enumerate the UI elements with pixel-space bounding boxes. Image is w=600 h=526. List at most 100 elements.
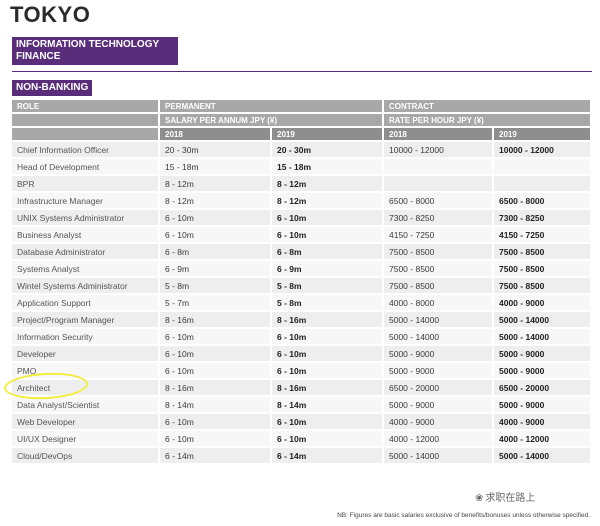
contract-2019-cell: 5000 - 9000 [494,346,590,361]
contract-2018-cell: 5000 - 14000 [384,448,492,463]
contract-2018-cell: 5000 - 14000 [384,312,492,327]
perm-2018-cell: 8 - 16m [160,380,270,395]
blank-header [12,114,158,126]
contract-2019-cell: 7500 - 8500 [494,244,590,259]
contract-2018-cell: 7500 - 8500 [384,278,492,293]
perm-2018-cell: 20 - 30m [160,142,270,157]
perm-2019-cell: 20 - 30m [272,142,382,157]
contract-2018-cell: 5000 - 9000 [384,363,492,378]
perm-2018-cell: 6 - 8m [160,244,270,259]
perm-2018-cell: 6 - 14m [160,448,270,463]
contract-2018-cell: 10000 - 12000 [384,142,492,157]
perm-2018-cell: 8 - 12m [160,176,270,191]
permanent-subheader: SALARY PER ANNUM JPY (¥) [160,114,382,126]
table-row: Chief Information Officer 20 - 30m 20 - 30… [12,142,590,157]
contract-2019-cell: 7300 - 8250 [494,210,590,225]
contract-2019-cell: 10000 - 12000 [494,142,590,157]
contract-2019-cell [494,176,590,191]
role-cell: Infrastructure Manager [12,193,158,208]
role-cell: BPR [12,176,158,191]
perm-2018-cell: 5 - 8m [160,278,270,293]
role-cell: Project/Program Manager [12,312,158,327]
page-title: TOKYO [10,2,91,27]
role-cell: Cloud/DevOps [12,448,158,463]
year-header: 2019 [494,128,590,140]
perm-2018-cell: 6 - 10m [160,329,270,344]
salary-table: ROLE PERMANENT CONTRACT SALARY PER ANNUM… [10,98,592,465]
header-row-years: 2018 2019 2018 2019 [12,128,590,140]
table-row: UNIX Systems Administrator 6 - 10m 6 - 10m… [12,210,590,225]
perm-2018-cell: 8 - 14m [160,397,270,412]
contract-2019-cell: 6500 - 20000 [494,380,590,395]
perm-2018-cell: 8 - 12m [160,193,270,208]
header-row-sub: SALARY PER ANNUM JPY (¥) RATE PER HOUR J… [12,114,590,126]
contract-2019-cell: 7500 - 8500 [494,278,590,293]
year-header: 2018 [160,128,270,140]
year-header: 2018 [384,128,492,140]
perm-2019-cell: 8 - 16m [272,312,382,327]
divider [12,71,592,72]
contract-2018-cell: 5000 - 9000 [384,346,492,361]
header-row-main: ROLE PERMANENT CONTRACT [12,100,590,112]
table-row: Data Analyst/Scientist 8 - 14m 8 - 14m 5000… [12,397,590,412]
contract-2019-cell: 5000 - 9000 [494,397,590,412]
perm-2019-cell: 5 - 8m [272,278,382,293]
role-cell: Database Administrator [12,244,158,259]
contract-2019-cell: 5000 - 14000 [494,329,590,344]
table-row: Developer 6 - 10m 6 - 10m 5000 - 9000 5000 -… [12,346,590,361]
contract-2019-cell: 5000 - 14000 [494,448,590,463]
perm-2019-cell: 6 - 14m [272,448,382,463]
perm-2018-cell: 8 - 16m [160,312,270,327]
perm-2019-cell: 8 - 16m [272,380,382,395]
table-row: Systems Analyst 6 - 9m 6 - 9m 7500 - 8500 75… [12,261,590,276]
role-cell: Chief Information Officer [12,142,158,157]
perm-2019-cell: 6 - 10m [272,346,382,361]
role-cell: Wintel Systems Administrator [12,278,158,293]
contract-2018-cell: 5000 - 9000 [384,397,492,412]
perm-2018-cell: 6 - 10m [160,210,270,225]
contract-2019-cell: 5000 - 14000 [494,312,590,327]
watermark: ❀ 求职在路上 [472,488,539,505]
contract-2018-cell: 7500 - 8500 [384,261,492,276]
perm-2019-cell: 6 - 10m [272,431,382,446]
table-row: UI/UX Designer 6 - 10m 6 - 10m 4000 - 12000… [12,431,590,446]
contract-2018-cell: 7500 - 8500 [384,244,492,259]
permanent-header: PERMANENT [160,100,382,112]
table-row: Wintel Systems Administrator 5 - 8m 5 - 8m… [12,278,590,293]
table-row: Application Support 5 - 7m 5 - 8m 4000 - 80… [12,295,590,310]
perm-2019-cell: 6 - 10m [272,329,382,344]
perm-2019-cell: 6 - 10m [272,363,382,378]
blank-header [12,128,158,140]
perm-2019-cell: 6 - 10m [272,227,382,242]
perm-2019-cell: 6 - 9m [272,261,382,276]
perm-2019-cell: 6 - 10m [272,414,382,429]
contract-2019-cell: 4000 - 12000 [494,431,590,446]
contract-subheader: RATE PER HOUR JPY (¥) [384,114,590,126]
role-header: ROLE [12,100,158,112]
perm-2018-cell: 6 - 9m [160,261,270,276]
perm-2019-cell: 8 - 12m [272,176,382,191]
contract-2018-cell: 6500 - 8000 [384,193,492,208]
table-row: Architect 8 - 16m 8 - 16m 6500 - 20000 6500 … [12,380,590,395]
perm-2018-cell: 6 - 10m [160,227,270,242]
role-cell: UI/UX Designer [12,431,158,446]
contract-2019-cell: 5000 - 9000 [494,363,590,378]
perm-2018-cell: 5 - 7m [160,295,270,310]
table-row: BPR 8 - 12m 8 - 12m [12,176,590,191]
contract-2018-cell [384,159,492,174]
subsector-tag: NON-BANKING [12,80,93,96]
contract-2018-cell [384,176,492,191]
table-row: Project/Program Manager 8 - 16m 8 - 16m 500… [12,312,590,327]
contract-2019-cell: 7500 - 8500 [494,261,590,276]
contract-2018-cell: 4000 - 8000 [384,295,492,310]
perm-2018-cell: 6 - 10m [160,414,270,429]
contract-2019-cell: 6500 - 8000 [494,193,590,208]
chat-icon: ❀ [475,493,484,504]
contract-2018-cell: 4150 - 7250 [384,227,492,242]
role-cell: Systems Analyst [12,261,158,276]
watermark-text: 求职在路上 [485,493,536,504]
contract-2018-cell: 4000 - 9000 [384,414,492,429]
table-row: Information Security 6 - 10m 6 - 10m 5000 -… [12,329,590,344]
table-row: Infrastructure Manager 8 - 12m 8 - 12m 6500… [12,193,590,208]
contract-2019-cell: 4150 - 7250 [494,227,590,242]
